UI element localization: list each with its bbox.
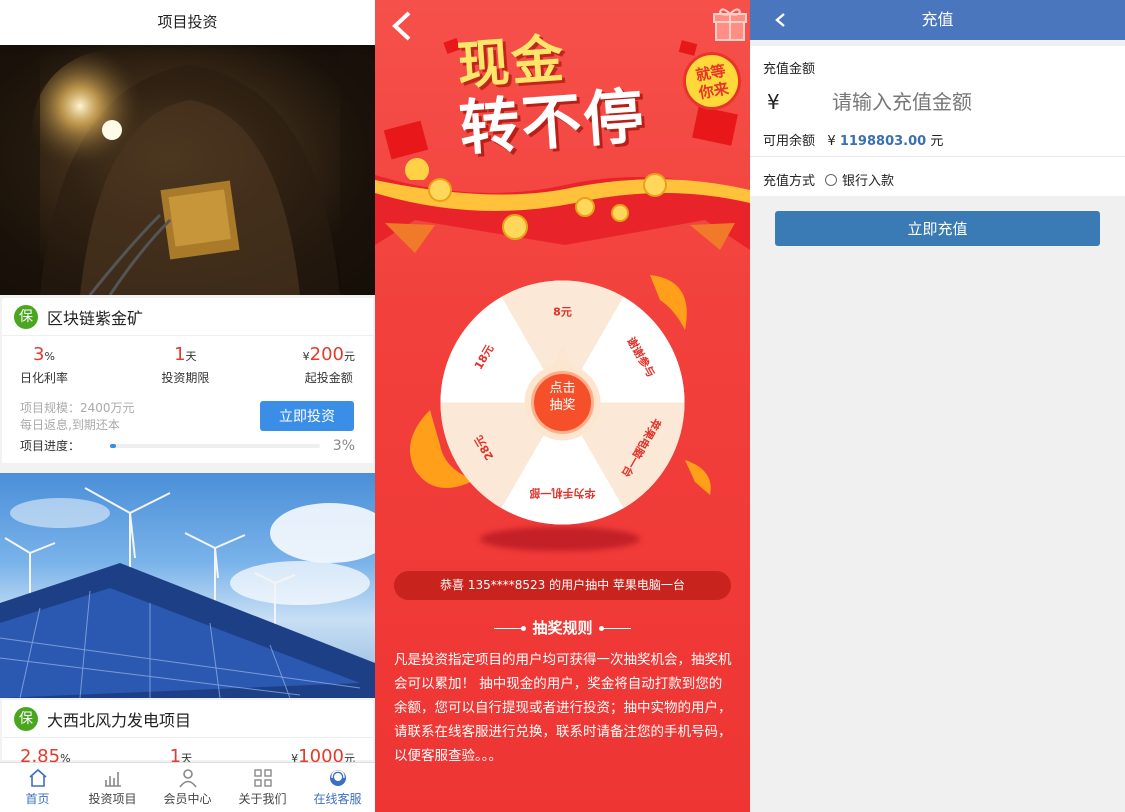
min-unit: 元 [343,350,355,363]
min-label: 起投金额 [304,371,353,385]
progress-label: 项目进度： [20,439,81,453]
min-amount-stat: ¥200元 起投金额 [303,344,355,386]
bank-transfer-radio[interactable] [825,173,838,186]
rules-title: 抽奖规则 [532,619,593,637]
project-card-header: 保 区块链紫金矿 [2,298,373,336]
guarantee-badge: 保 [14,706,38,731]
progress-fill [110,443,117,448]
wheel-prize-label: 华为手机一部 [530,487,596,501]
tab-home[interactable]: 首页 [0,763,75,812]
lottery-title-line2: 转不停 [457,81,648,165]
rate-unit: % [44,350,55,363]
balance-symbol: ¥ [827,134,836,149]
daily-rate-stat: 3% 日化利率 [20,344,68,386]
method-option[interactable]: 银行入款 [842,170,894,189]
period-value: 1 [174,344,186,365]
page-title: 项目投资 [0,0,375,45]
min-value: 200 [309,344,344,365]
project-name: 区块链紫金矿 [47,308,144,328]
rules-text: 凡是投资指定项目的用户均可获得一次抽奖机会，抽奖机会可以累加！ 抽中现金的用户，… [394,652,732,764]
bottom-tabbar: 首页 投资项目 会员中心 关于我们 在线客服 [0,762,375,812]
tab-projects[interactable]: 投资项目 [75,763,150,812]
gold-coin-band [375,173,750,253]
prize-wheel: 8元 谢谢参与 苹果电脑一台 华为手机一部 28元 18元 点击 抽奖 [440,280,685,525]
progress-bar [110,443,321,448]
method-label: 充值方式 [763,174,816,189]
recharge-page: 充值 充值金额 ¥ 可用余额 ¥ 1198803.00 元 充值方式 银行入款 … [750,0,1125,812]
tab-label: 在线客服 [313,792,362,806]
tab-member[interactable]: 会员中心 [150,763,225,812]
period-label: 投资期限 [161,371,210,385]
tab-label: 投资项目 [88,792,137,806]
guarantee-badge: 保 [14,304,38,329]
balance-value: 1198803.00 [839,134,927,149]
min-prefix: ¥ [302,350,310,363]
progress-percent: 3% [332,437,355,454]
tab-label: 关于我们 [238,792,287,806]
balance-unit: 元 [930,134,944,149]
page-title: 充值 [921,10,954,29]
recharge-header: 充值 [750,0,1125,40]
project-repay: 每日返息,到期还本 [20,418,120,432]
payment-method-row: 充值方式 银行入款 [763,170,894,189]
project-progress: 项目进度： 3% [20,437,355,454]
tab-about[interactable]: 关于我们 [225,763,300,812]
home-icon [28,768,47,787]
tab-support[interactable]: 在线客服 [300,763,375,812]
draw-button-line1: 点击 [549,381,576,396]
project-card-header: 保 大西北风力发电项目 [2,700,373,738]
draw-button-line2: 抽奖 [549,398,576,413]
lottery-page: 现金 转不停 就等 你来 8元 谢谢参与 苹果电脑一台 华为手机一部 28元 18元 [375,0,750,812]
project-name: 大西北风力发电项目 [47,710,192,730]
amount-input[interactable] [832,84,1092,120]
invest-now-button[interactable]: 立即投资 [260,401,354,431]
draw-button[interactable]: 点击 抽奖 [532,380,593,414]
user-icon [178,769,197,788]
project-info: 项目规模：2400万元 每日返息,到期还本 [20,400,135,434]
currency-symbol: ¥ [767,90,780,114]
amount-label: 充值金额 [763,62,816,77]
project-image-mine[interactable] [0,45,375,295]
project-card[interactable]: 保 区块链紫金矿 3% 日化利率 1天 投资期限 ¥200元 起投金额 项目规模… [2,298,373,463]
invest-page: 项目投资 保 区块链紫金矿 3% 日化利率 1天 投资期限 ¥200元 起投金额… [0,0,375,812]
project-stats: 3% 日化利率 1天 投资期限 ¥200元 起投金额 [2,336,373,386]
back-arrow-icon[interactable] [774,12,786,28]
divider [750,156,1125,157]
winner-notice: 恭喜 135****8523 的用户抽中 苹果电脑一台 [394,571,731,600]
recharge-submit-button[interactable]: 立即充值 [775,211,1100,246]
rules-heading: 抽奖规则 [375,617,750,638]
support-icon [329,770,346,786]
rate-value: 3 [33,344,45,365]
balance-row: 可用余额 ¥ 1198803.00 元 [763,130,943,149]
bar-chart-icon [104,772,121,787]
tab-label: 会员中心 [163,792,212,806]
recharge-form: 充值金额 ¥ 可用余额 ¥ 1198803.00 元 充值方式 银行入款 [750,46,1125,196]
wheel-prize-label: 8元 [553,306,572,319]
project-card[interactable]: 保 大西北风力发电项目 2.85% 1天 ¥1000元 [2,700,373,767]
project-scale: 项目规模：2400万元 [20,401,135,415]
project-image-solar[interactable] [0,473,375,698]
grid-icon [253,769,272,787]
balance-label: 可用余额 [763,134,816,149]
period-stat: 1天 投资期限 [161,344,209,386]
tab-label: 首页 [25,792,50,806]
rate-label: 日化利率 [20,371,69,385]
wheel-shadow [480,527,640,551]
period-unit: 天 [185,350,197,363]
